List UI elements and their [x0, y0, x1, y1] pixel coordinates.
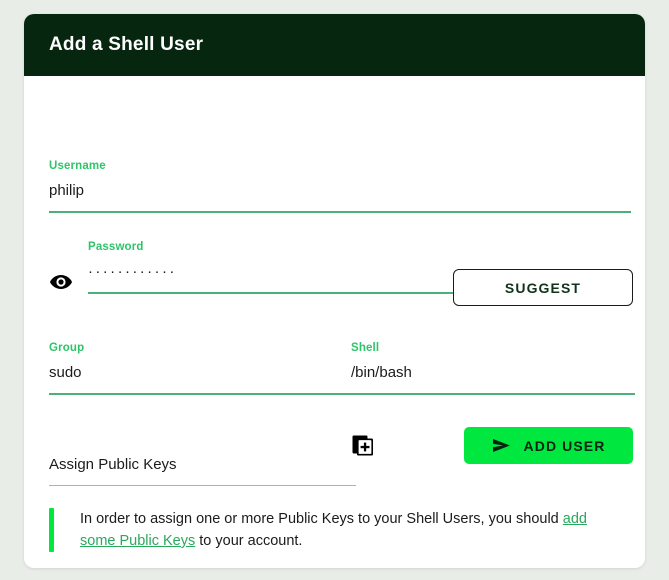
group-field[interactable]: Group sudo	[49, 342, 356, 395]
page-title: Add a Shell User	[49, 34, 203, 56]
assign-public-keys-spacer	[49, 434, 356, 448]
note-text-before: In order to assign one or more Public Ke…	[80, 511, 563, 527]
assign-public-keys-field[interactable]: Assign Public Keys	[49, 434, 356, 486]
card-header: Add a Shell User	[24, 14, 645, 76]
send-icon	[492, 438, 511, 453]
group-underline	[49, 393, 356, 395]
assign-public-keys-input[interactable]: Assign Public Keys	[49, 454, 356, 476]
add-user-button[interactable]: ADD USER	[464, 427, 633, 464]
password-underline	[88, 292, 471, 294]
shell-label: Shell	[351, 342, 635, 356]
group-label: Group	[49, 342, 356, 356]
assign-public-keys-underline	[49, 485, 356, 486]
shell-underline	[351, 393, 635, 395]
card-body: Username philip Password ············ SU…	[24, 76, 645, 568]
username-label: Username	[49, 160, 631, 174]
page-root: Add a Shell User Username philip Passwor…	[0, 0, 669, 580]
shell-field[interactable]: Shell /bin/bash	[351, 342, 635, 395]
eye-icon[interactable]	[48, 269, 74, 295]
password-label: Password	[88, 241, 471, 255]
username-field[interactable]: Username philip	[49, 160, 631, 213]
add-shell-user-card: Add a Shell User Username philip Passwor…	[24, 14, 645, 568]
password-input[interactable]: ············	[88, 261, 471, 283]
public-keys-note: In order to assign one or more Public Ke…	[49, 508, 619, 552]
library-add-icon[interactable]	[351, 434, 375, 458]
username-underline	[49, 211, 631, 213]
group-input[interactable]: sudo	[49, 362, 356, 384]
note-text-after: to your account.	[195, 533, 302, 549]
shell-input[interactable]: /bin/bash	[351, 362, 635, 384]
note-text: In order to assign one or more Public Ke…	[54, 508, 619, 552]
username-input[interactable]: philip	[49, 180, 631, 202]
password-field[interactable]: Password ············	[88, 241, 471, 294]
add-user-label: ADD USER	[524, 438, 606, 454]
suggest-button[interactable]: SUGGEST	[453, 269, 633, 306]
